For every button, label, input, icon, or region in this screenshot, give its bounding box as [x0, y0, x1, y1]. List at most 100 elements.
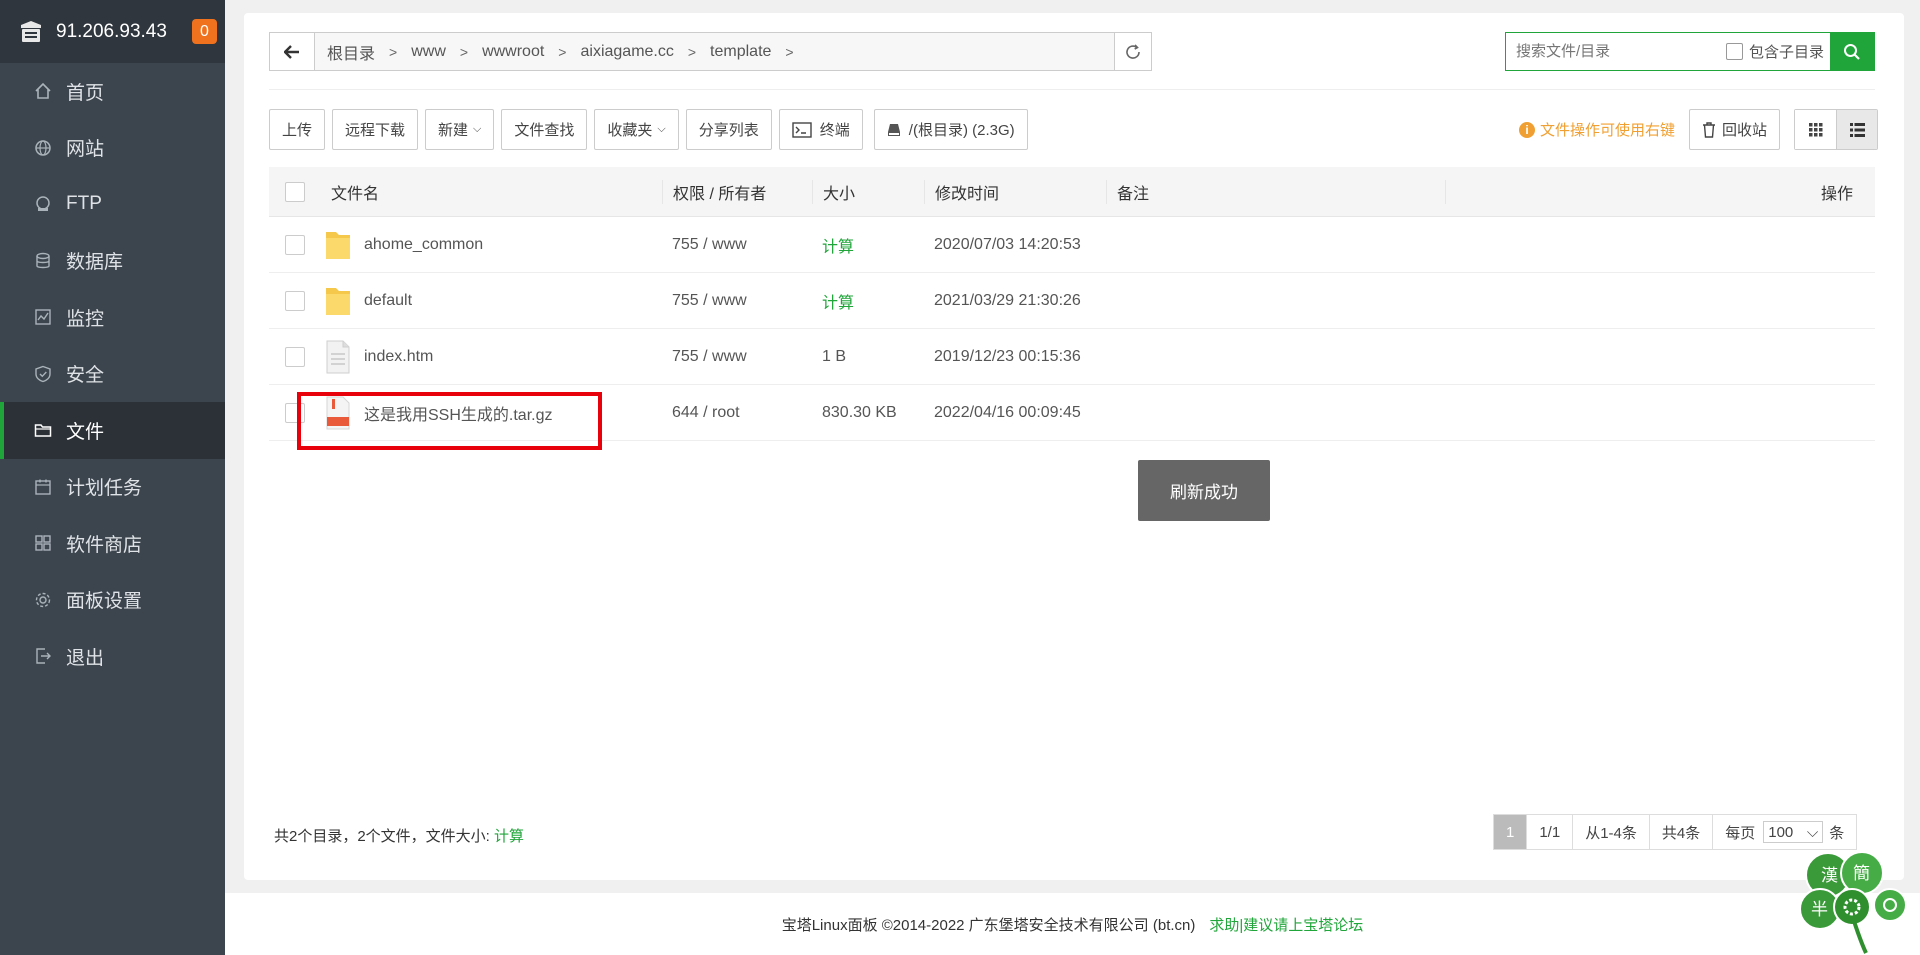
upload-button[interactable]: 上传: [269, 109, 326, 150]
checkbox[interactable]: [1725, 43, 1743, 60]
sidebar-item-settings[interactable]: 面板设置: [0, 572, 225, 629]
sidebar-item-monitor[interactable]: 监控: [0, 289, 225, 346]
sidebar-item-home[interactable]: 首页: [0, 63, 225, 120]
context-menu-tip: i 文件操作可使用右键: [1519, 119, 1675, 140]
sidebar-item-database[interactable]: 数据库: [0, 233, 225, 290]
sidebar-item-website[interactable]: 网站: [0, 120, 225, 177]
grid-view-button[interactable]: [1795, 110, 1836, 149]
divider: [269, 89, 1875, 90]
include-subdir-checkbox[interactable]: 包含子目录: [1725, 33, 1830, 70]
folder-icon: [33, 420, 53, 440]
select-all-checkbox[interactable]: [285, 181, 305, 202]
sidebar-item-label: 文件: [66, 421, 105, 443]
breadcrumb-item[interactable]: template >: [710, 43, 808, 61]
file-time: 2022/04/16 00:09:45: [934, 403, 1081, 421]
file-size: 1 B: [822, 347, 847, 365]
breadcrumb-item[interactable]: wwwroot >: [482, 43, 580, 61]
share-list-button[interactable]: 分享列表: [685, 109, 772, 150]
calc-size-link[interactable]: 计算: [812, 289, 924, 313]
sidebar-item-logout[interactable]: 退出: [0, 628, 225, 685]
chevron-down-icon: ⌵: [1806, 823, 1819, 841]
file-perm[interactable]: 755 / www: [662, 348, 812, 366]
view-switcher: [1794, 109, 1878, 150]
input-method-clover-widget[interactable]: 漢 簡 半: [1790, 845, 1912, 955]
table-row[interactable]: default 755 / www 计算 2021/03/29 21:30:26: [269, 273, 1875, 329]
calc-total-link[interactable]: 计算: [494, 828, 524, 845]
back-button[interactable]: [270, 33, 315, 70]
home-icon: [33, 81, 53, 101]
chevron-right-icon: >: [459, 43, 469, 60]
grid-icon: [1808, 122, 1822, 136]
file-name[interactable]: index.htm: [364, 348, 433, 366]
search-box: 包含子目录: [1505, 32, 1875, 71]
sidebar-item-label: 软件商店: [66, 534, 143, 556]
info-icon: i: [1519, 121, 1535, 138]
sidebar-item-store[interactable]: 软件商店: [0, 515, 225, 572]
favorites-button[interactable]: 收藏夹 ⌵: [594, 109, 679, 150]
text-file-icon: [326, 340, 350, 373]
breadcrumb-item[interactable]: www >: [411, 43, 482, 61]
calendar-icon: [33, 477, 53, 497]
terminal-button[interactable]: 终端: [778, 109, 863, 150]
remote-download-button[interactable]: 远程下载: [332, 109, 419, 150]
folder-icon: [326, 231, 350, 259]
terminal-icon: [792, 121, 812, 138]
breadcrumb-item[interactable]: aixiagame.cc >: [580, 43, 710, 61]
sidebar-item-cron[interactable]: 计划任务: [0, 459, 225, 516]
sidebar-item-label: 数据库: [66, 252, 124, 274]
search-button[interactable]: [1830, 33, 1874, 70]
file-name[interactable]: default: [364, 292, 412, 310]
apps-icon: [33, 533, 53, 553]
sidebar-item-files[interactable]: 文件: [0, 402, 225, 459]
disk-button[interactable]: /(根目录) (2.3G): [873, 109, 1028, 150]
header-time[interactable]: 修改时间: [924, 179, 1106, 204]
header-name[interactable]: 文件名: [321, 180, 662, 204]
file-perm[interactable]: 755 / www: [662, 292, 812, 310]
header-note: 备注: [1106, 179, 1445, 204]
chevron-right-icon: >: [389, 43, 398, 60]
row-checkbox[interactable]: [285, 346, 305, 367]
widget-char: 漢: [1821, 866, 1838, 886]
refresh-button[interactable]: [1114, 33, 1151, 70]
message-badge[interactable]: 0: [192, 19, 217, 44]
server-logo-icon: [21, 20, 41, 42]
database-icon: [33, 251, 53, 271]
forum-link[interactable]: 求助|建议请上宝塔论坛: [1209, 914, 1363, 935]
recycle-bin-button[interactable]: 回收站: [1689, 109, 1781, 150]
refresh-icon: [1126, 43, 1140, 59]
footer-copyright: 宝塔Linux面板 ©2014-2022 广东堡塔安全技术有限公司 (bt.cn…: [781, 916, 1196, 934]
search-input[interactable]: [1506, 33, 1726, 70]
sidebar-item-ftp[interactable]: FTP: [0, 176, 225, 233]
table-row[interactable]: index.htm 755 / www 1 B 2019/12/23 00:15…: [269, 329, 1875, 385]
server-ip: 91.206.93.43: [56, 20, 167, 42]
table-header: 文件名 权限 / 所有者 大小 修改时间 备注 操作: [269, 167, 1875, 217]
file-perm[interactable]: 644 / root: [662, 404, 812, 422]
sidebar-item-label: 计划任务: [66, 478, 143, 500]
file-search-button[interactable]: 文件查找: [501, 109, 588, 150]
sidebar-item-label: 网站: [66, 139, 105, 161]
new-button[interactable]: 新建 ⌵: [425, 109, 495, 150]
per-page-dropdown[interactable]: 100 ⌵: [1763, 821, 1824, 843]
widget-char: 半: [1811, 900, 1828, 920]
breadcrumb-item[interactable]: 根目录 >: [327, 40, 411, 64]
page-current[interactable]: 1: [1493, 814, 1528, 850]
calc-size-link[interactable]: 计算: [812, 233, 924, 257]
ftp-icon: [33, 194, 53, 214]
shield-icon: [33, 364, 53, 384]
table-row[interactable]: ahome_common 755 / www 计算 2020/07/03 14:…: [269, 217, 1875, 273]
disk-icon: [887, 123, 901, 137]
row-checkbox[interactable]: [285, 290, 305, 311]
file-name[interactable]: ahome_common: [364, 236, 483, 254]
header-op: 操作: [1445, 179, 1875, 204]
sidebar-item-label: FTP: [66, 193, 102, 215]
sidebar-item-label: 退出: [66, 647, 105, 669]
breadcrumb: 根目录 > www > wwwroot > aixiagame.cc > templat…: [315, 33, 1114, 70]
header-size[interactable]: 大小: [812, 179, 924, 204]
chevron-down-icon: ⌵: [473, 123, 482, 135]
sidebar-item-security[interactable]: 安全: [0, 346, 225, 403]
list-view-button[interactable]: [1836, 110, 1877, 149]
row-checkbox[interactable]: [285, 234, 305, 255]
file-perm[interactable]: 755 / www: [662, 236, 812, 254]
file-time: 2021/03/29 21:30:26: [934, 291, 1081, 309]
highlight-box: [297, 392, 602, 450]
